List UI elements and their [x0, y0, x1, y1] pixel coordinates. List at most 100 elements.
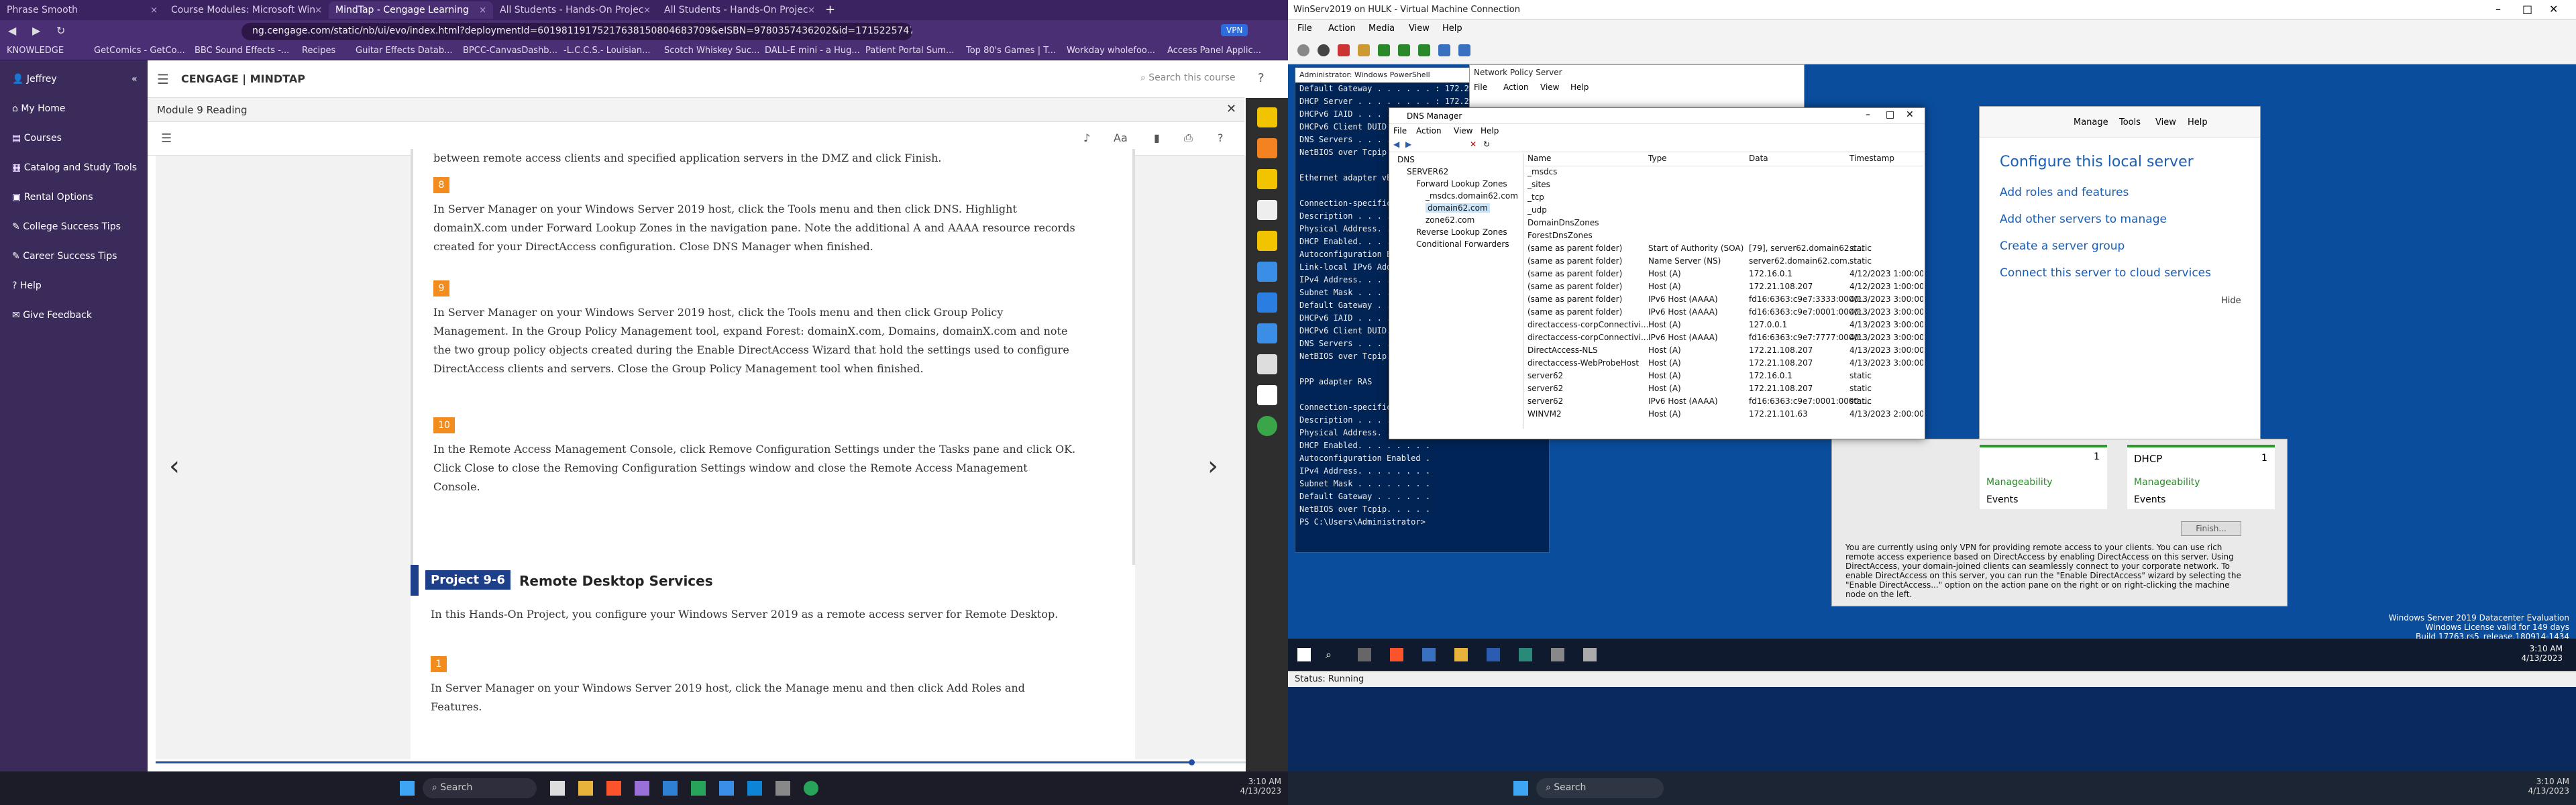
app-icon[interactable] — [691, 781, 706, 796]
collapse-icon[interactable]: « — [131, 74, 138, 85]
dhcp-tile[interactable]: DHCP 1 Manageability Events — [2127, 445, 2275, 509]
sm-menu-view[interactable]: View — [2155, 117, 2176, 127]
nps-menu-view[interactable]: View — [1540, 83, 1559, 92]
highlighter-icon[interactable] — [1257, 107, 1277, 127]
host-clock[interactable]: 3:10 AM 4/13/2023 — [2509, 777, 2569, 796]
forward-icon[interactable]: ▶ — [32, 24, 40, 37]
bookmark[interactable]: BPCC-CanvasDashb... — [463, 46, 557, 56]
sm-menu-tools[interactable]: Tools — [2119, 117, 2141, 127]
taskbar-search[interactable]: ⌕ Search — [423, 778, 537, 798]
bookmark[interactable]: Patient Portal Sum... — [865, 46, 954, 56]
progress-icon[interactable] — [1257, 416, 1277, 436]
tree-node[interactable]: DNS — [1397, 155, 1415, 164]
new-tab-icon[interactable]: + — [825, 3, 835, 17]
tab[interactable]: Course Modules: Microsoft Window× — [164, 1, 329, 19]
vpn-badge[interactable]: VPN — [1221, 24, 1248, 36]
bookmark[interactable]: Access Panel Applic... — [1167, 46, 1261, 56]
search-icon[interactable]: ⌕ — [1326, 648, 1332, 661]
bookmark-icon[interactable]: ▮ — [1154, 131, 1160, 144]
dns-record-row[interactable]: _udp — [1525, 205, 1923, 218]
close-icon[interactable]: × — [315, 5, 322, 15]
dns-record-row[interactable]: ForestDnsZones — [1525, 231, 1923, 244]
nav-rental[interactable]: ▣ Rental Options — [12, 192, 93, 203]
reading-progress[interactable] — [156, 759, 1246, 765]
powershell-icon[interactable] — [1487, 648, 1500, 661]
tree-node[interactable]: Conditional Forwarders — [1416, 239, 1509, 249]
forward-icon[interactable]: ▶ — [1405, 140, 1411, 149]
sm-menu-manage[interactable]: Manage — [2074, 117, 2108, 127]
minimize-icon[interactable]: – — [1866, 109, 1870, 120]
task-view-icon[interactable] — [1358, 648, 1371, 661]
sm-menu-help[interactable]: Help — [2188, 117, 2208, 127]
tab[interactable]: All Students - Hands-On Project 9-5× — [493, 1, 657, 19]
dictionary-icon[interactable] — [1257, 169, 1277, 189]
ctrl-alt-del-icon[interactable] — [1297, 44, 1309, 56]
start-icon[interactable] — [400, 781, 415, 796]
nps-menu-file[interactable]: File — [1474, 83, 1487, 92]
help-icon[interactable]: ? — [1218, 131, 1224, 144]
tree-node[interactable]: Forward Lookup Zones — [1416, 179, 1507, 189]
dns-manager-window[interactable]: DNS Manager – □ ✕ File Action View Help … — [1389, 107, 1925, 439]
delete-icon[interactable]: ✕ — [1470, 140, 1477, 149]
remote-access-icon[interactable] — [1583, 648, 1597, 661]
nav-help[interactable]: ? Help — [12, 280, 42, 291]
menu-file[interactable]: File — [1297, 23, 1312, 34]
file-explorer-icon[interactable] — [550, 781, 565, 796]
dns-record-row[interactable]: (same as parent folder) IPv6 Host (AAAA) f… — [1525, 307, 1923, 320]
brave-icon[interactable] — [1390, 648, 1403, 661]
maximize-icon[interactable]: □ — [1886, 109, 1894, 120]
dns-record-row[interactable]: directaccess-corpConnectivi... IPv6 Host … — [1525, 333, 1923, 345]
nav-feedback[interactable]: ✉ Give Feedback — [12, 310, 92, 321]
hyperv-icon[interactable] — [747, 781, 762, 796]
shutdown-icon[interactable] — [1358, 44, 1370, 56]
tab[interactable]: Phrase Smooth × — [0, 1, 164, 19]
nav-college-tips[interactable]: ✎ College Success Tips — [12, 221, 121, 232]
tree-node[interactable]: _msdcs.domain62.com — [1426, 191, 1518, 201]
progress-handle[interactable] — [1189, 759, 1195, 765]
bookmark[interactable]: GetComics - GetCo... — [94, 46, 185, 56]
print-icon[interactable]: ⎙ — [1184, 131, 1193, 145]
revert-icon[interactable] — [1458, 44, 1470, 56]
checkpoint-icon[interactable] — [1438, 44, 1450, 56]
close-reader-icon[interactable]: ✕ — [1226, 102, 1236, 116]
start-icon[interactable] — [1297, 648, 1311, 661]
tree-node[interactable]: Reverse Lookup Zones — [1416, 227, 1507, 237]
col-name[interactable]: Name — [1527, 154, 1551, 163]
close-icon[interactable]: × — [150, 5, 158, 15]
nav-my-home[interactable]: ⌂ My Home — [12, 103, 66, 114]
reset-icon[interactable] — [1418, 44, 1430, 56]
prev-page-icon[interactable]: ‹ — [169, 451, 180, 482]
dns-record-row[interactable]: DomainDnsZones — [1525, 218, 1923, 231]
bookmark[interactable]: BBC Sound Effects -... — [195, 46, 289, 56]
cloud-icon[interactable] — [1257, 292, 1277, 313]
sm-link[interactable]: Add other servers to manage — [2000, 213, 2167, 226]
bookmark[interactable]: Workday wholefoo... — [1067, 46, 1155, 56]
nps-icon[interactable] — [1551, 648, 1564, 661]
dns-record-row[interactable]: DirectAccess-NLS Host (A) 172.21.108.207 4/… — [1525, 345, 1923, 358]
url-field[interactable]: ng.cengage.com/static/nb/ui/evo/index.ht… — [241, 23, 912, 40]
dns-record-row[interactable]: directaccess-WebProbeHost Host (A) 172.21.… — [1525, 358, 1923, 371]
tab-active[interactable]: MindTap - Cengage Learning × — [329, 1, 493, 19]
dns-record-row[interactable]: server62 Host (A) 172.21.108.207 static — [1525, 384, 1923, 396]
tree-node-selected[interactable]: domain62.com — [1426, 203, 1490, 213]
menu-icon[interactable]: ☰ — [157, 71, 169, 87]
finish-button[interactable]: Finish... — [2181, 521, 2241, 536]
dns-record-row[interactable]: directaccess-corpConnectivi... Host (A) 12… — [1525, 320, 1923, 333]
dns-menu-action[interactable]: Action — [1416, 126, 1442, 136]
tree-node[interactable]: zone62.com — [1426, 215, 1474, 225]
share-icon[interactable] — [1257, 262, 1277, 282]
dns-record-row[interactable]: WINVM2 Host (A) 172.21.101.63 4/13/2023 2:0… — [1525, 409, 1923, 422]
maximize-icon[interactable]: □ — [2522, 3, 2532, 15]
bookmark[interactable]: DALL-E mini - a Hug... — [765, 46, 860, 56]
nps-menu-help[interactable]: Help — [1570, 83, 1589, 92]
rss-icon[interactable] — [1257, 138, 1277, 158]
menu-media[interactable]: Media — [1368, 23, 1395, 34]
bookmark[interactable]: -L.C.C.S.- Louisian... — [564, 46, 651, 56]
dns-record-row[interactable]: (same as parent folder) Host (A) 172.16.0.… — [1525, 269, 1923, 282]
app-icon[interactable] — [719, 781, 734, 796]
nav-courses[interactable]: ▤ Courses — [12, 133, 62, 144]
clock[interactable]: 3:10 AM 4/13/2023 — [1221, 777, 1281, 796]
help-icon[interactable]: ? — [1258, 71, 1265, 85]
dns-menu-file[interactable]: File — [1393, 126, 1407, 136]
dns-record-row[interactable]: _sites — [1525, 180, 1923, 193]
